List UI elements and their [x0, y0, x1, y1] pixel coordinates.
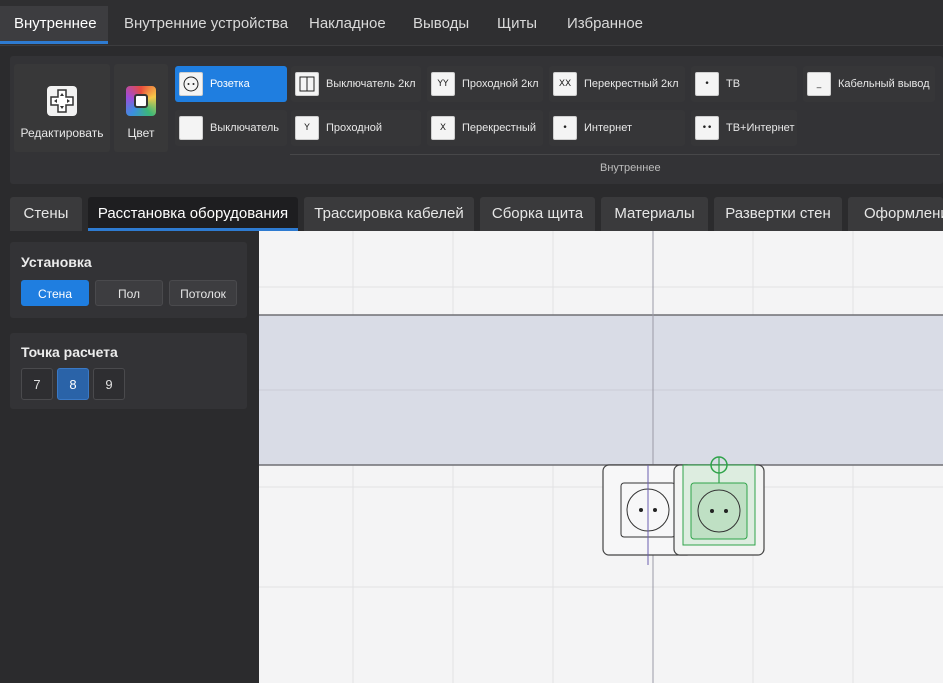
cable-outlet-label: Кабельный вывод [838, 78, 930, 90]
switch-icon [179, 116, 203, 140]
pass-switch-2-label: Проходной 2кл [462, 78, 539, 90]
tab-walls[interactable]: Стены [10, 197, 82, 231]
tv-internet-button[interactable]: •• ТВ+Интернет [691, 110, 797, 146]
switch-2-label: Выключатель 2кл [326, 78, 416, 90]
mode-tabs: Стены Расстановка оборудования Трассиров… [0, 193, 943, 231]
properties-panel: Установка Стена Пол Потолок Точка расчет… [0, 231, 259, 683]
selected-socket[interactable] [673, 464, 765, 556]
ribbon-divider [290, 154, 940, 155]
internet-label: Интернет [584, 122, 632, 134]
mount-wall-button[interactable]: Стена [21, 280, 89, 306]
switch-label: Выключатель [210, 122, 280, 134]
tab-internal-devices[interactable]: Внутренние устройства [110, 6, 302, 44]
tab-wall-sweeps[interactable]: Развертки стен [714, 197, 842, 231]
cross-switch-label: Перекрестный [462, 122, 536, 134]
tv-label: ТВ [726, 78, 741, 90]
pass-switch-button[interactable]: Y Проходной [291, 110, 421, 146]
pass-switch-label: Проходной [326, 122, 383, 134]
cross-switch-2-icon: XX [553, 72, 577, 96]
cross-switch-icon: X [431, 116, 455, 140]
tab-surface[interactable]: Накладное [295, 6, 400, 44]
pass-switch-icon: Y [295, 116, 319, 140]
tv-internet-label: ТВ+Интернет [726, 122, 795, 134]
calc-point-section: Точка расчета 7 8 9 [10, 333, 247, 409]
calc-point-7-button[interactable]: 7 [21, 368, 53, 400]
wall[interactable] [259, 314, 943, 466]
mount-ceiling-button[interactable]: Потолок [169, 280, 237, 306]
ribbon-toolbar: Редактировать Цвет Розетка Выключатель 2… [10, 56, 943, 184]
switch-2-icon [295, 72, 319, 96]
tab-panels[interactable]: Щиты [483, 6, 551, 44]
tv-button[interactable]: • ТВ [691, 66, 797, 102]
tab-panel-assembly[interactable]: Сборка щита [480, 197, 595, 231]
ribbon-group-label: Внутреннее [600, 162, 661, 174]
app-window: Внутреннее Внутренние устройства Накладн… [0, 0, 943, 683]
tv-icon: • [695, 72, 719, 96]
color-label: Цвет [127, 126, 155, 140]
switch-button[interactable]: Выключатель [175, 110, 287, 146]
cross-switch-button[interactable]: X Перекрестный [427, 110, 543, 146]
socket-label: Розетка [210, 78, 250, 90]
calc-point-9-button[interactable]: 9 [93, 368, 125, 400]
drawing-canvas[interactable] [259, 231, 943, 683]
tab-cable-routing[interactable]: Трассировка кабелей [304, 197, 474, 231]
tv-internet-icon: •• [695, 116, 719, 140]
pass-switch-2-button[interactable]: YY Проходной 2кл [427, 66, 543, 102]
tab-internal[interactable]: Внутреннее [0, 6, 108, 44]
internet-icon: • [553, 116, 577, 140]
cross-switch-2-button[interactable]: XX Перекрестный 2кл [549, 66, 685, 102]
internet-button[interactable]: • Интернет [549, 110, 685, 146]
switch-2-button[interactable]: Выключатель 2кл [291, 66, 421, 102]
category-tabs: Внутреннее Внутренние устройства Накладн… [0, 0, 943, 46]
color-wheel-icon [126, 86, 156, 116]
calc-point-8-button[interactable]: 8 [57, 368, 89, 400]
socket-icon [179, 72, 203, 96]
canvas-svg [259, 231, 943, 683]
installation-section: Установка Стена Пол Потолок [10, 242, 247, 318]
edit-label: Редактировать [20, 126, 104, 140]
tab-materials[interactable]: Материалы [601, 197, 708, 231]
socket-button[interactable]: Розетка [175, 66, 287, 102]
tab-outputs[interactable]: Выводы [399, 6, 483, 44]
tab-design[interactable]: Оформлени [848, 197, 943, 231]
installation-title: Установка [21, 254, 92, 270]
tab-equipment-placement[interactable]: Расстановка оборудования [88, 197, 298, 231]
mount-floor-button[interactable]: Пол [95, 280, 163, 306]
cross-switch-2-label: Перекрестный 2кл [584, 78, 679, 90]
cable-outlet-icon: _ [807, 72, 831, 96]
tab-favorites[interactable]: Избранное [553, 6, 657, 44]
cable-outlet-button[interactable]: _ Кабельный вывод [803, 66, 935, 102]
calc-point-title: Точка расчета [21, 344, 118, 360]
color-button[interactable]: Цвет [114, 64, 168, 152]
dpad-icon [47, 86, 77, 116]
pass-switch-2-icon: YY [431, 72, 455, 96]
edit-button[interactable]: Редактировать [14, 64, 110, 152]
